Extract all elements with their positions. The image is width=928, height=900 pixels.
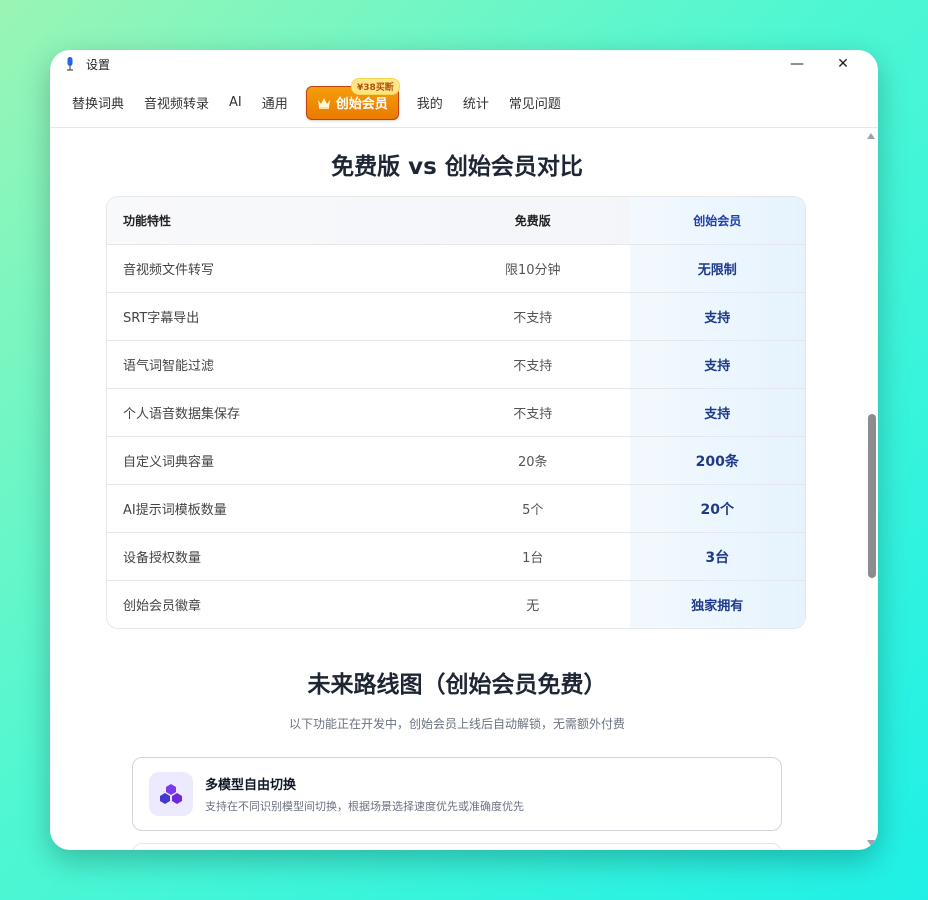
feature-cell: 自定义词典容量 — [123, 455, 215, 470]
card-title: 多模型自由切换 — [205, 778, 297, 793]
feature-cell: 个人语音数据集保存 — [123, 407, 241, 422]
roadmap-card: 多模型自由切换 支持在不同识别模型间切换，根据场景选择速度优先或准确度优先 — [132, 757, 782, 831]
free-cell: 无 — [526, 599, 540, 614]
feature-cell: 创始会员徽章 — [123, 599, 202, 614]
scroll-down-icon[interactable] — [867, 840, 875, 846]
content-area: 免费版 vs 创始会员对比 功能特性 免费版 创始会员 音视频文件转写 限10分… — [50, 129, 864, 850]
free-cell: 5个 — [522, 503, 544, 518]
card-desc: 支持在不同识别模型间切换，根据场景选择速度优先或准确度优先 — [205, 800, 524, 813]
member-cell: 3台 — [629, 533, 805, 580]
compare-table: 功能特性 免费版 创始会员 音视频文件转写 限10分钟 无限制 SRT字幕导出 … — [106, 196, 806, 629]
table-row: AI提示词模板数量 5个 20个 — [107, 484, 805, 532]
close-button[interactable]: ✕ — [820, 50, 866, 78]
header-member: 创始会员 — [629, 197, 805, 244]
tab-founder-member[interactable]: 创始会员 ¥38买断 — [305, 77, 400, 120]
member-cell: 20个 — [629, 485, 805, 532]
scroll-thumb[interactable] — [868, 414, 876, 578]
tab-mine[interactable]: 我的 — [407, 78, 453, 128]
crown-icon — [317, 97, 331, 109]
member-cell: 支持 — [629, 341, 805, 388]
tab-transcription[interactable]: 音视频转录 — [134, 78, 219, 128]
free-cell: 不支持 — [513, 359, 553, 374]
settings-nav: 替换词典 音视频转录 AI 通用 创始会员 ¥38买断 我的 统计 常见问题 — [50, 77, 878, 128]
table-row: 设备授权数量 1台 3台 — [107, 532, 805, 580]
table-header: 功能特性 免费版 创始会员 — [107, 197, 805, 244]
microphone-icon — [62, 56, 78, 72]
table-row: 自定义词典容量 20条 200条 — [107, 436, 805, 484]
header-feature: 功能特性 — [123, 214, 172, 228]
tab-statistics[interactable]: 统计 — [453, 78, 499, 128]
header-free: 免费版 — [514, 214, 551, 228]
tab-dictionary[interactable]: 替换词典 — [62, 78, 134, 128]
free-cell: 1台 — [522, 551, 544, 566]
vertical-scrollbar[interactable] — [864, 129, 878, 850]
free-cell: 不支持 — [513, 311, 553, 326]
roadmap-subtitle: 以下功能正在开发中，创始会员上线后自动解锁，无需额外付费 — [288, 717, 625, 731]
scroll-up-icon[interactable] — [867, 133, 875, 139]
table-row: SRT字幕导出 不支持 支持 — [107, 292, 805, 340]
window-title: 设置 — [86, 57, 111, 72]
title-bar: 设置 — ✕ — [50, 50, 878, 78]
tab-faq[interactable]: 常见问题 — [499, 78, 571, 128]
feature-cell: 音视频文件转写 — [123, 263, 215, 278]
tab-general[interactable]: 通用 — [252, 78, 298, 128]
cubes-icon — [149, 772, 193, 816]
table-row: 音视频文件转写 限10分钟 无限制 — [107, 244, 805, 292]
member-cell: 独家拥有 — [629, 581, 805, 628]
free-cell: 不支持 — [513, 407, 553, 422]
feature-cell: AI提示词模板数量 — [123, 503, 227, 518]
table-row: 语气词智能过滤 不支持 支持 — [107, 340, 805, 388]
free-cell: 限10分钟 — [505, 263, 561, 278]
settings-window: 设置 — ✕ 替换词典 音视频转录 AI 通用 创始会员 ¥38买断 我的 统计… — [50, 50, 878, 850]
compare-title: 免费版 vs 创始会员对比 — [331, 154, 583, 180]
free-cell: 20条 — [518, 455, 548, 470]
member-cell: 支持 — [629, 389, 805, 436]
member-cell: 无限制 — [629, 245, 805, 292]
roadmap-card — [132, 843, 782, 850]
feature-cell: 设备授权数量 — [123, 551, 202, 566]
member-cell: 200条 — [629, 437, 805, 484]
tab-ai[interactable]: AI — [219, 78, 252, 128]
founder-member-label: 创始会员 — [335, 97, 388, 112]
member-cell: 支持 — [629, 293, 805, 340]
feature-cell: 语气词智能过滤 — [123, 359, 215, 374]
roadmap-title: 未来路线图（创始会员免费） — [307, 672, 607, 698]
feature-cell: SRT字幕导出 — [123, 311, 200, 326]
minimize-button[interactable]: — — [774, 50, 820, 78]
table-row: 创始会员徽章 无 独家拥有 — [107, 580, 805, 628]
table-row: 个人语音数据集保存 不支持 支持 — [107, 388, 805, 436]
price-badge: ¥38买断 — [351, 77, 400, 95]
